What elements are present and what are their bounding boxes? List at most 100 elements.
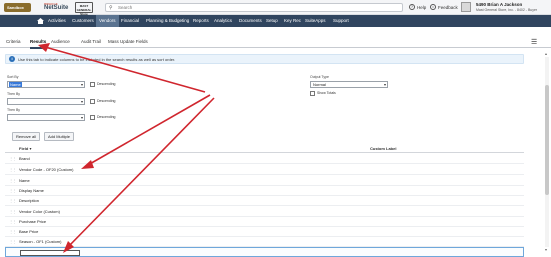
show-totals-label: Show Totals	[317, 91, 336, 95]
show-totals-checkbox[interactable]	[310, 91, 315, 96]
nav-setup[interactable]: Setup	[266, 15, 278, 27]
field-cell[interactable]: Brand	[19, 156, 30, 162]
field-column-header[interactable]: Field ▾	[19, 146, 31, 151]
subtab-bar: Criteria Results Audience Audit Trail Ma…	[0, 36, 551, 49]
table-row[interactable]: ⋮⋮ Base Price	[5, 227, 524, 237]
chevron-down-icon: ▾	[383, 82, 386, 87]
tab-audit-trail[interactable]: Audit Trail	[81, 39, 101, 45]
drag-handle-icon[interactable]: ⋮⋮	[9, 210, 17, 214]
main-nav: Activities Customers Vendors Financial P…	[0, 15, 551, 27]
table-row[interactable]: ⋮⋮ Season - OF1 (Custom)	[5, 237, 524, 247]
company-logo: MAST GENERAL Store	[75, 2, 93, 16]
home-icon[interactable]	[37, 18, 44, 24]
nav-planning-budgeting[interactable]: Planning & Budgeting	[146, 15, 189, 27]
sandbox-badge[interactable]: Sandbox	[4, 3, 31, 12]
scroll-up-icon[interactable]: ▴	[545, 51, 547, 56]
nav-activities[interactable]: Activities	[48, 15, 66, 27]
table-row[interactable]: ⋮⋮ Brand	[5, 154, 524, 164]
info-banner: i Use this tab to indicate columns to be…	[5, 54, 524, 64]
new-field-input[interactable]	[20, 250, 80, 256]
netsuite-window: Sandbox ORACLE NetSuite MAST GENERAL Sto…	[0, 0, 551, 257]
nav-key-rec[interactable]: Key Rec	[284, 15, 301, 27]
help-label: Help	[417, 5, 427, 10]
field-cell[interactable]: Description	[19, 198, 39, 204]
drag-handle-icon[interactable]: ⋮⋮	[9, 189, 17, 193]
nav-support[interactable]: Support	[333, 15, 349, 27]
drag-handle-icon[interactable]: ⋮⋮	[9, 230, 17, 234]
feedback-link[interactable]: • Feedback	[430, 4, 458, 11]
field-cell[interactable]: Name	[19, 178, 30, 184]
avatar	[461, 2, 471, 12]
user-role: Mast General Store, Inc. - 8402 - Buyer	[476, 8, 538, 12]
add-multiple-button[interactable]: Add Multiple	[44, 132, 75, 141]
field-cell[interactable]: Display Name	[19, 188, 44, 194]
new-row-editor[interactable]	[5, 247, 524, 257]
then-by-label-1: Then By	[7, 92, 21, 96]
field-cell[interactable]: Vendor Color (Custom)	[19, 209, 60, 215]
descending-checkbox-2[interactable]	[90, 99, 95, 104]
saved-search-page: Criteria Results Audience Audit Trail Ma…	[0, 27, 551, 257]
tab-results[interactable]: Results	[30, 39, 47, 49]
tab-mass-update-fields[interactable]: Mass Update Fields	[108, 39, 148, 45]
drag-handle-icon[interactable]: ⋮⋮	[9, 240, 17, 244]
drag-handle-icon[interactable]: ⋮⋮	[9, 179, 17, 183]
nav-financial[interactable]: Financial	[121, 15, 139, 27]
scrollbar-thumb[interactable]	[545, 85, 549, 195]
nav-analytics[interactable]: Analytics	[214, 15, 232, 27]
drag-handle-icon[interactable]: ⋮⋮	[9, 199, 17, 203]
search-icon: ⚲	[109, 5, 113, 11]
table-row[interactable]: ⋮⋮ Description	[5, 196, 524, 206]
info-icon: i	[9, 56, 15, 62]
sort-by-value: Name	[9, 82, 22, 87]
hamburger-menu-icon[interactable]: ☰	[531, 39, 537, 46]
table-row[interactable]: ⋮⋮ Name	[5, 176, 524, 186]
table-row[interactable]: ⋮⋮ Vendor Color (Custom)	[5, 207, 524, 217]
global-search-input[interactable]: ⚲ Search	[105, 3, 403, 12]
then-by-select-2[interactable]: ▾	[7, 114, 85, 121]
tab-criteria[interactable]: Criteria	[6, 39, 21, 45]
scroll-down-icon[interactable]: ▾	[545, 247, 547, 252]
feedback-icon: •	[430, 4, 436, 10]
then-by-label-2: Then By	[7, 108, 21, 112]
output-type-select[interactable]: Normal ▾	[310, 81, 388, 88]
descending-checkbox-3[interactable]	[90, 115, 95, 120]
help-link[interactable]: ? Help	[409, 4, 426, 11]
user-name: 5490 Brian A Jackson	[476, 2, 523, 7]
nav-vendors[interactable]: Vendors	[96, 15, 119, 27]
top-header: Sandbox ORACLE NetSuite MAST GENERAL Sto…	[0, 0, 551, 16]
chevron-down-icon: ▾	[80, 115, 83, 120]
sort-by-select[interactable]: Name ▾	[7, 81, 85, 88]
info-text: Use this tab to indicate columns to be i…	[18, 57, 176, 62]
nav-reports[interactable]: Reports	[193, 15, 209, 27]
descending-label-1: Descending	[97, 82, 116, 86]
custom-label-column-header: Custom Label	[370, 146, 397, 151]
nav-customers[interactable]: Customers	[72, 15, 94, 27]
results-grid-header: Field ▾ Custom Label	[5, 144, 524, 153]
output-type-value: Normal	[313, 82, 326, 87]
tab-audience[interactable]: Audience	[51, 39, 70, 45]
descending-checkbox-1[interactable]	[90, 82, 95, 87]
output-type-label: Output Type	[310, 75, 330, 79]
drag-handle-icon[interactable]: ⋮⋮	[9, 220, 17, 224]
field-cell[interactable]: Purchase Price	[19, 219, 46, 225]
field-cell[interactable]: Vendor Code - OF20 (Custom)	[19, 167, 73, 173]
table-row[interactable]: ⋮⋮ Display Name	[5, 186, 524, 196]
drag-handle-icon[interactable]: ⋮⋮	[9, 157, 17, 161]
nav-suiteapps[interactable]: SuiteApps	[305, 15, 326, 27]
sort-by-label: Sort By	[7, 75, 19, 79]
table-row[interactable]: ⋮⋮ Vendor Code - OF20 (Custom)	[5, 165, 524, 175]
help-icon: ?	[409, 4, 415, 10]
feedback-label: Feedback	[438, 5, 458, 10]
field-cell[interactable]: Base Price	[19, 229, 38, 235]
nav-documents[interactable]: Documents	[239, 15, 262, 27]
drag-handle-icon[interactable]: ⋮⋮	[9, 168, 17, 172]
chevron-down-icon: ▾	[80, 99, 83, 104]
field-cell[interactable]: Season - OF1 (Custom)	[19, 239, 61, 245]
netsuite-logo-text[interactable]: NetSuite	[44, 5, 68, 11]
descending-label-3: Descending	[97, 115, 116, 119]
remove-all-button[interactable]: Remove all	[12, 132, 41, 141]
search-placeholder: Search	[118, 5, 133, 10]
chevron-down-icon: ▾	[80, 82, 83, 87]
table-row[interactable]: ⋮⋮ Purchase Price	[5, 217, 524, 227]
then-by-select-1[interactable]: ▾	[7, 98, 85, 105]
